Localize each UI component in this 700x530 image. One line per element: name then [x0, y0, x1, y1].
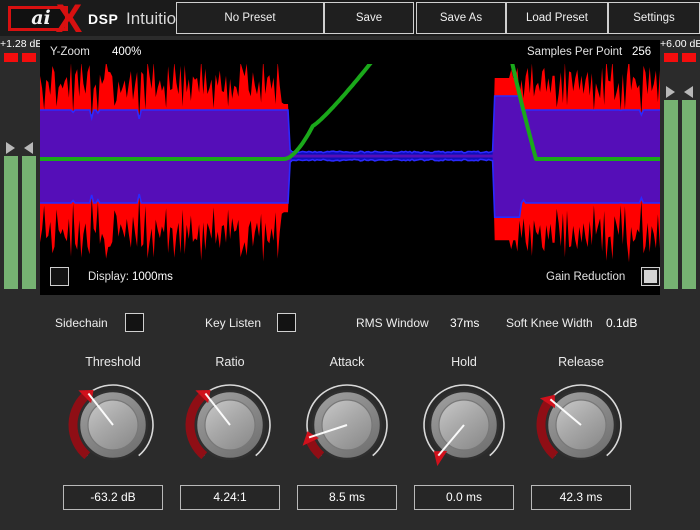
output-meter-panel: +6.00 dB: [660, 36, 700, 294]
settings-button[interactable]: Settings: [608, 2, 700, 34]
samples-per-point-label: Samples Per Point: [527, 46, 623, 58]
logo-dsp-text: DSP: [88, 11, 119, 27]
sidechain-label: Sidechain: [55, 316, 108, 330]
knob-value-attack[interactable]: 8.5 ms: [297, 485, 397, 510]
y-zoom-label: Y-Zoom: [50, 46, 90, 58]
header-bar: ai X DSP Intuition No Preset Save Save As L…: [0, 0, 700, 41]
waveform-canvas: [40, 64, 660, 264]
save-button[interactable]: Save: [324, 2, 414, 34]
knob-value-threshold[interactable]: -63.2 dB: [63, 485, 163, 510]
input-meter-bar-left[interactable]: [4, 156, 18, 289]
output-threshold-marker-b-icon[interactable]: [684, 86, 693, 98]
save-as-button[interactable]: Save As: [416, 2, 506, 34]
display-checkbox[interactable]: [50, 267, 69, 286]
input-db-readout: +1.28 dB: [0, 38, 43, 50]
gain-reduction-label: Gain Reduction: [546, 271, 626, 283]
key-listen-checkbox[interactable]: [277, 313, 296, 332]
input-meter-bar-right[interactable]: [22, 156, 36, 289]
input-clip-indicator-left[interactable]: [4, 53, 18, 62]
output-meter-bar-left[interactable]: [664, 100, 678, 289]
brand-logo: ai X DSP Intuition: [4, 0, 186, 41]
input-meter-panel: +1.28 dB: [0, 36, 43, 294]
input-clip-indicator-right[interactable]: [22, 53, 36, 62]
rms-window-value[interactable]: 37ms: [450, 316, 479, 330]
knob-group-release: Release 42.3 ms: [511, 355, 651, 520]
display-value[interactable]: 1000ms: [132, 271, 173, 283]
output-threshold-marker-a-icon[interactable]: [666, 86, 675, 98]
input-threshold-marker-b-icon[interactable]: [24, 142, 33, 154]
waveform-svg: [40, 64, 660, 264]
load-preset-button[interactable]: Load Preset: [506, 2, 608, 34]
options-row: Sidechain Key Listen RMS Window 37ms Sof…: [0, 300, 700, 345]
soft-knee-value[interactable]: 0.1dB: [606, 316, 637, 330]
samples-per-point-value[interactable]: 256: [632, 46, 651, 58]
scope-footer: Display: 1000ms Gain Reduction: [40, 261, 660, 295]
knob-dial-threshold[interactable]: [68, 380, 158, 470]
knob-dial-hold[interactable]: [419, 380, 509, 470]
display-label: Display:: [88, 271, 129, 283]
input-threshold-marker-a-icon[interactable]: [6, 142, 15, 154]
knob-value-release[interactable]: 42.3 ms: [531, 485, 631, 510]
knob-dial-attack[interactable]: [302, 380, 392, 470]
logo-x-icon: X: [55, 0, 83, 41]
sidechain-checkbox[interactable]: [125, 313, 144, 332]
gain-reduction-checkbox[interactable]: [641, 267, 660, 286]
output-clip-indicator-right[interactable]: [682, 53, 696, 62]
knob-dial-release[interactable]: [536, 380, 626, 470]
scope-header: Y-Zoom 400% Samples Per Point 256: [40, 40, 660, 66]
knob-label-release: Release: [558, 355, 604, 369]
soft-knee-label: Soft Knee Width: [506, 316, 593, 330]
waveform-scope[interactable]: Y-Zoom 400% Samples Per Point 256 Displa…: [40, 40, 660, 295]
preset-button[interactable]: No Preset: [176, 2, 324, 34]
knob-dial-ratio[interactable]: [185, 380, 275, 470]
knob-value-hold[interactable]: 0.0 ms: [414, 485, 514, 510]
key-listen-label: Key Listen: [205, 316, 262, 330]
y-zoom-value[interactable]: 400%: [112, 46, 141, 58]
output-db-readout: +6.00 dB: [660, 38, 700, 50]
output-meter-bar-right[interactable]: [682, 100, 696, 289]
rms-window-label: RMS Window: [356, 316, 429, 330]
knob-value-ratio[interactable]: 4.24:1: [180, 485, 280, 510]
output-clip-indicator-left[interactable]: [664, 53, 678, 62]
plugin-window: ai X DSP Intuition No Preset Save Save As L…: [0, 0, 700, 530]
